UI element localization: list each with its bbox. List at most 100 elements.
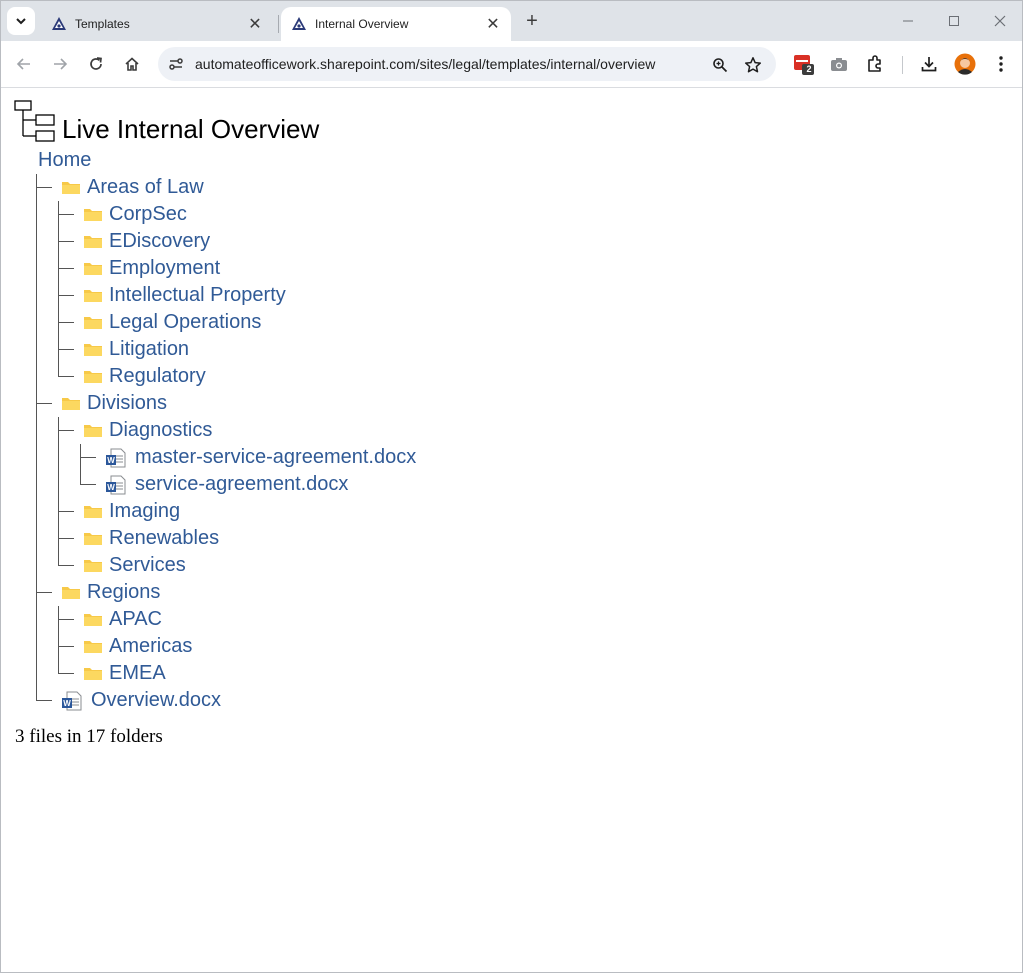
tree-folder-renewables[interactable]: Renewables	[83, 525, 219, 552]
folder-link[interactable]: Areas of Law	[87, 176, 204, 199]
home-button[interactable]	[119, 51, 145, 77]
folder-link[interactable]: EMEA	[109, 662, 166, 685]
reload-icon	[90, 57, 102, 70]
tree-line	[80, 444, 81, 484]
forward-icon	[54, 58, 68, 70]
bookmark-star-icon[interactable]	[743, 55, 763, 75]
folder-link[interactable]: Diagnostics	[109, 419, 212, 442]
site-info-icon[interactable]	[167, 55, 185, 73]
url-text[interactable]: automateofficework.sharepoint.com/sites/…	[195, 56, 655, 72]
folder-link[interactable]: Divisions	[87, 392, 167, 415]
folder-link[interactable]: APAC	[109, 608, 162, 631]
maximize-icon[interactable]	[940, 9, 968, 33]
page-header: Live Internal Overview	[14, 100, 320, 144]
file-link[interactable]: Overview.docx	[91, 689, 221, 712]
tree-folder-divisions[interactable]: Divisions	[61, 390, 167, 417]
folder-link[interactable]: Services	[109, 554, 186, 577]
back-button[interactable]	[11, 51, 37, 77]
folder-link[interactable]: Legal Operations	[109, 311, 261, 334]
tree-folder-intellectual-property[interactable]: Intellectual Property	[83, 282, 286, 309]
tree-branch	[36, 592, 52, 593]
tree-folder-ediscovery[interactable]: EDiscovery	[83, 228, 210, 255]
tree-branch	[58, 376, 74, 377]
tree-folder-imaging[interactable]: Imaging	[83, 498, 180, 525]
tree-folder-legal-operations[interactable]: Legal Operations	[83, 309, 261, 336]
forward-button[interactable]	[47, 51, 73, 77]
tree-folder-regions[interactable]: Regions	[61, 579, 160, 606]
folder-link[interactable]: Intellectual Property	[109, 284, 286, 307]
zoom-icon[interactable]	[710, 55, 730, 75]
extension-calendar-button[interactable]: 2	[792, 52, 816, 76]
camera-icon[interactable]	[827, 52, 851, 76]
folder-icon	[84, 370, 102, 383]
tree-branch	[58, 538, 74, 539]
folder-icon	[84, 559, 102, 572]
folder-icon	[84, 532, 102, 545]
tree-folder-apac[interactable]: APAC	[83, 606, 162, 633]
tree-branch	[80, 457, 96, 458]
folder-link[interactable]: Imaging	[109, 500, 180, 523]
folder-icon	[84, 667, 102, 680]
tree-folder-emea[interactable]: EMEA	[83, 660, 166, 687]
new-tab-icon[interactable]: +	[521, 10, 543, 32]
tree-branch	[36, 700, 52, 701]
minimize-icon[interactable]	[894, 9, 922, 33]
tab-search-icon	[16, 18, 26, 25]
tree-item-home[interactable]: Home	[38, 147, 91, 174]
page-title: Live Internal Overview	[62, 114, 320, 144]
folder-icon	[84, 289, 102, 302]
close-icon[interactable]: ✕	[247, 16, 263, 33]
folder-icon	[84, 235, 102, 248]
folder-link[interactable]: CorpSec	[109, 203, 187, 226]
back-icon	[16, 58, 30, 70]
folder-link[interactable]: Litigation	[109, 338, 189, 361]
window-close-icon[interactable]	[986, 9, 1014, 33]
tree-file-service-agreement[interactable]: W service-agreement.docx	[105, 471, 348, 498]
tree-folder-regulatory[interactable]: Regulatory	[83, 363, 206, 390]
tree-folder-employment[interactable]: Employment	[83, 255, 220, 282]
browser-toolbar: automateofficework.sharepoint.com/sites/…	[1, 41, 1022, 88]
avatar[interactable]	[953, 52, 977, 76]
tree-folder-corpsec[interactable]: CorpSec	[83, 201, 187, 228]
extension-badge: 2	[806, 64, 812, 74]
folder-link[interactable]: Employment	[109, 257, 220, 280]
sharepoint-favicon-icon	[52, 17, 66, 30]
close-icon[interactable]: ✕	[485, 16, 501, 33]
folder-icon	[84, 424, 102, 437]
folder-icon	[84, 613, 102, 626]
tree-icon	[14, 100, 55, 142]
folder-link[interactable]: Americas	[109, 635, 192, 658]
tree-folder-services[interactable]: Services	[83, 552, 186, 579]
folder-link[interactable]: Renewables	[109, 527, 219, 550]
tree-branch	[58, 214, 74, 215]
tab-internal-overview[interactable]: Internal Overview ✕	[281, 7, 511, 41]
tree-file-master-service-agreement[interactable]: W master-service-agreement.docx	[105, 444, 416, 471]
folder-icon	[62, 181, 80, 194]
tab-templates[interactable]: Templates ✕	[41, 7, 273, 41]
tree-folder-litigation[interactable]: Litigation	[83, 336, 189, 363]
file-link[interactable]: master-service-agreement.docx	[135, 446, 416, 469]
file-link[interactable]: service-agreement.docx	[135, 473, 348, 496]
tree-folder-areas-of-law[interactable]: Areas of Law	[61, 174, 204, 201]
folder-icon	[62, 397, 80, 410]
tree-line	[58, 606, 59, 673]
download-icon[interactable]	[917, 52, 941, 76]
home-link[interactable]: Home	[38, 149, 91, 172]
reload-button[interactable]	[83, 51, 109, 77]
tree-branch	[58, 349, 74, 350]
puzzle-icon[interactable]	[863, 52, 887, 76]
tab-search-button[interactable]	[7, 7, 35, 35]
folder-link[interactable]: Regions	[87, 581, 160, 604]
folder-link[interactable]: EDiscovery	[109, 230, 210, 253]
folder-icon	[84, 640, 102, 653]
tree-branch	[58, 565, 74, 566]
menu-icon[interactable]	[989, 52, 1013, 76]
folder-link[interactable]: Regulatory	[109, 365, 206, 388]
address-bar[interactable]: automateofficework.sharepoint.com/sites/…	[158, 47, 776, 81]
svg-text:W: W	[107, 483, 115, 492]
tree-folder-americas[interactable]: Americas	[83, 633, 192, 660]
tree-folder-diagnostics[interactable]: Diagnostics	[83, 417, 212, 444]
tree-branch	[36, 403, 52, 404]
tree-file-overview[interactable]: W Overview.docx	[61, 687, 221, 714]
browser-window: Templates ✕ Internal Overview ✕ + automa…	[0, 0, 1023, 973]
